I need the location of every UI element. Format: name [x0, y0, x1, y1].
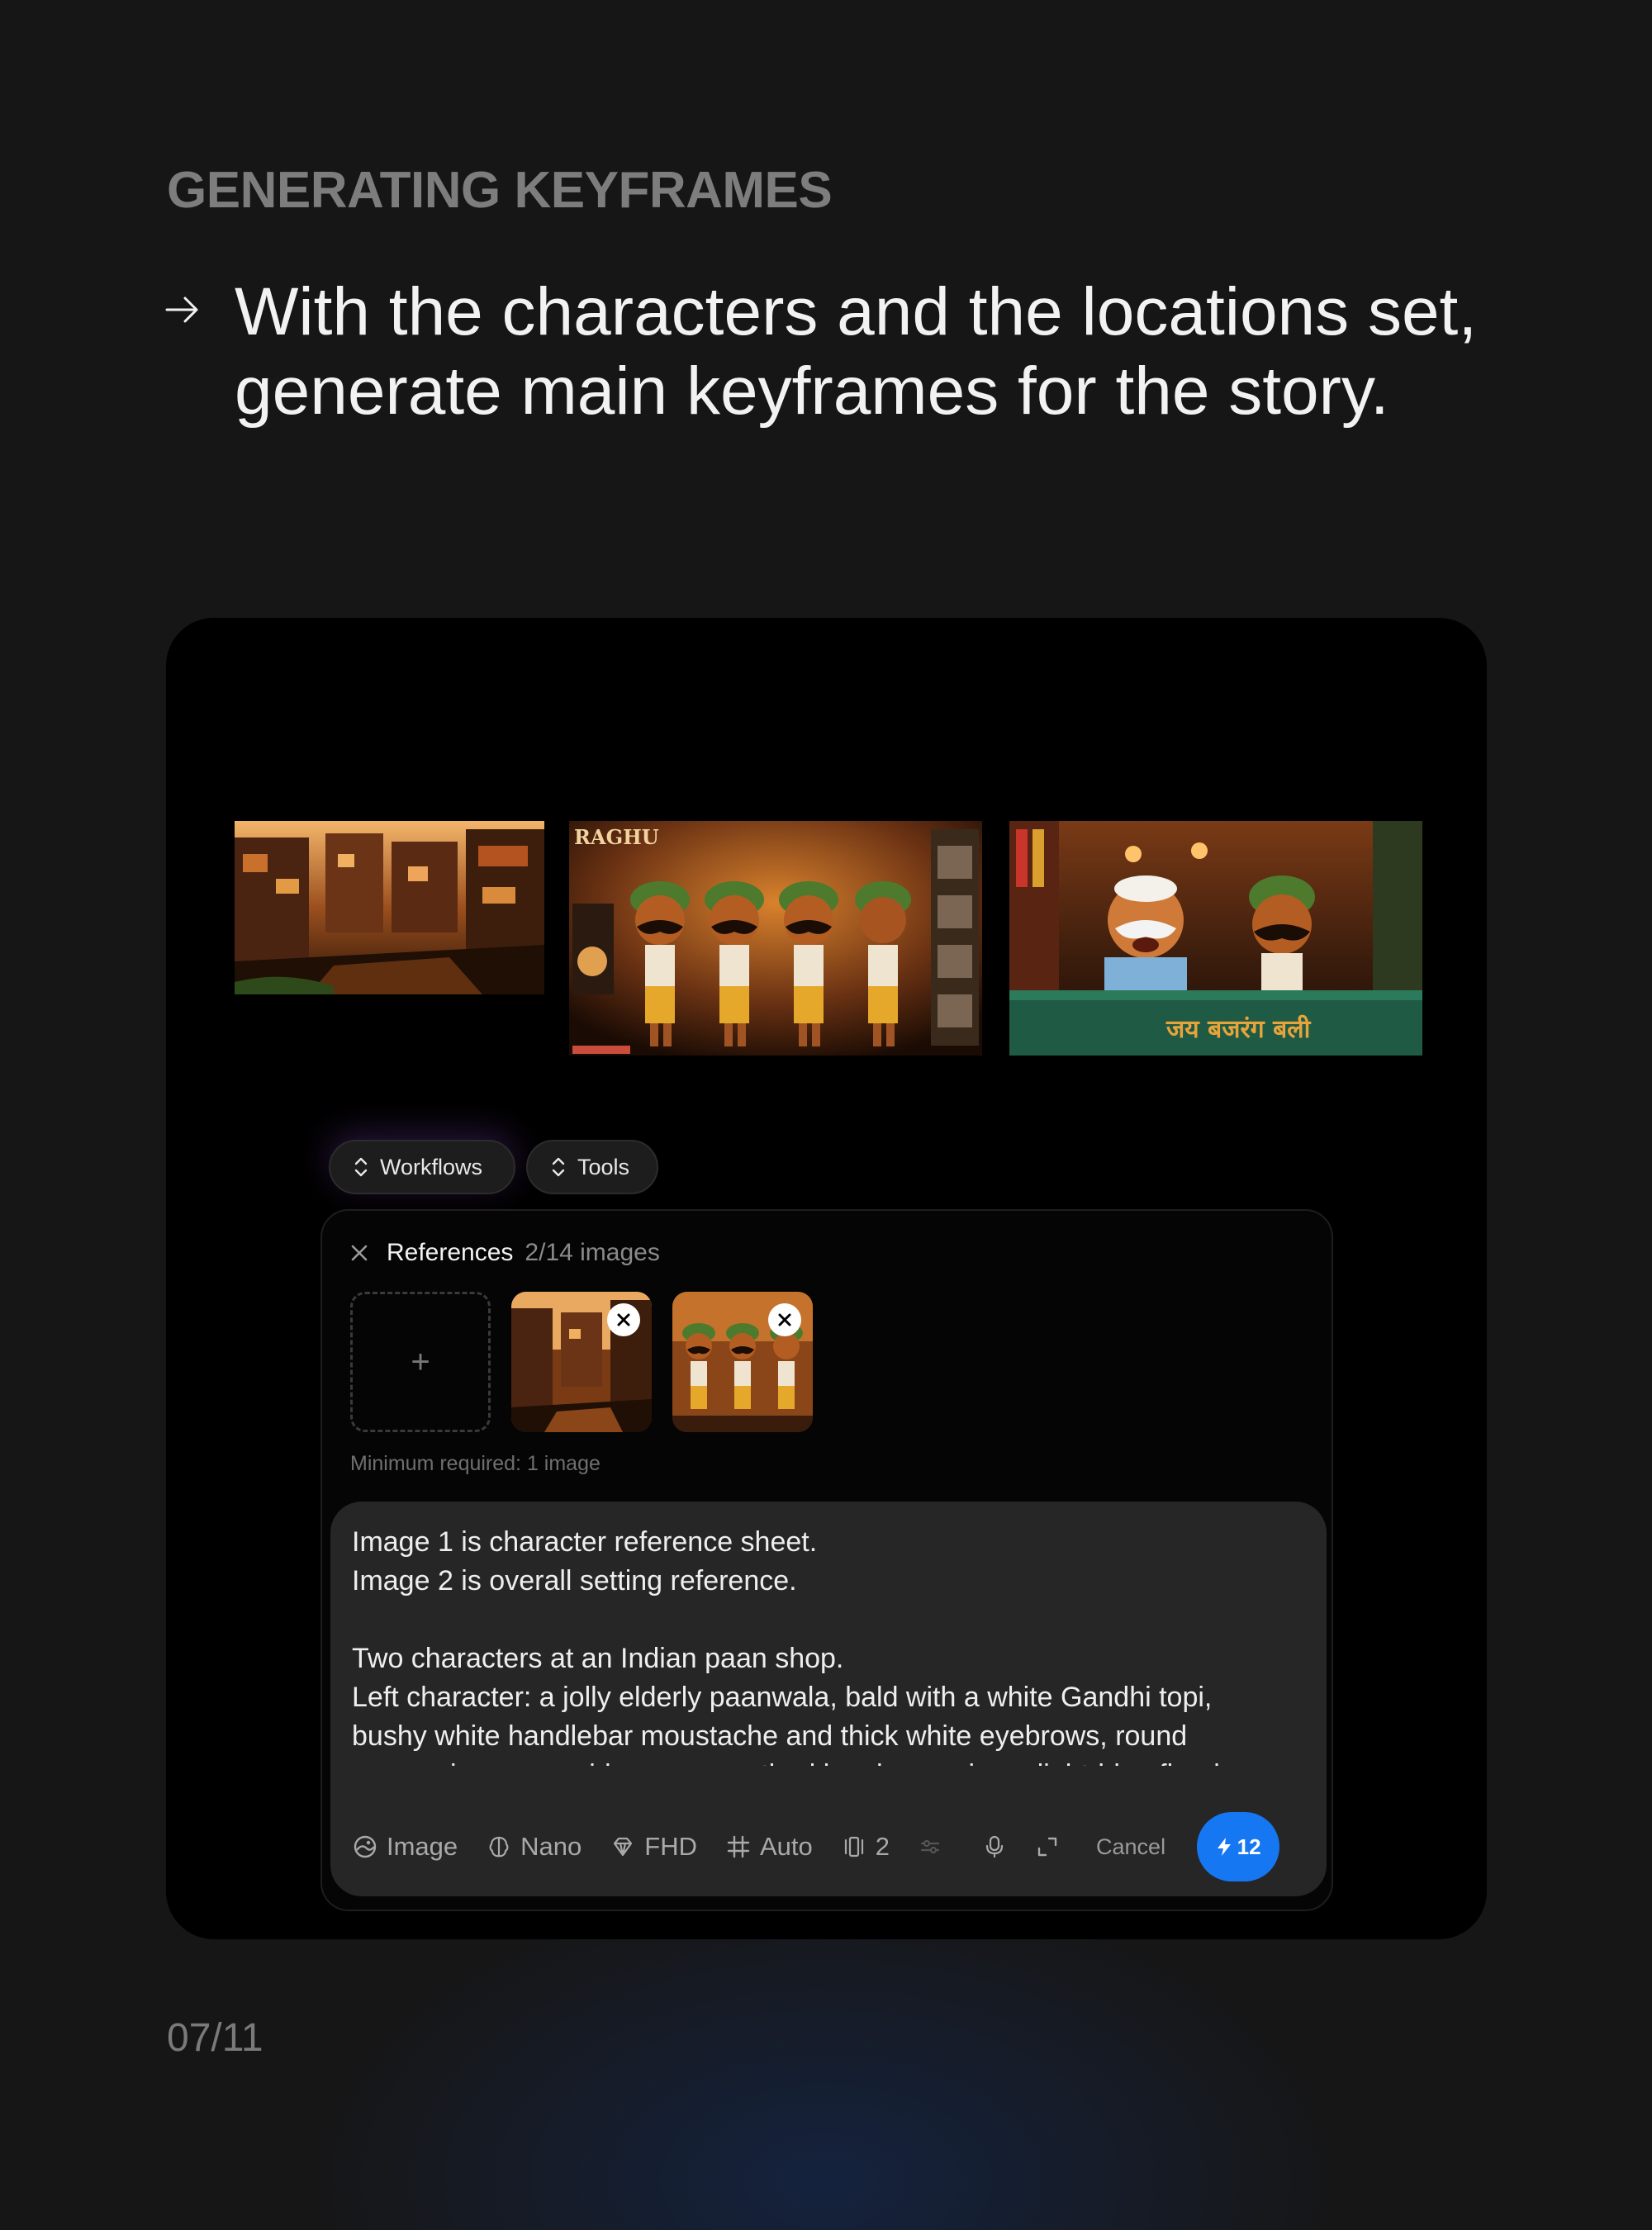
prompt-line: expressive eyes, wide open-mouthed laugh…: [352, 1756, 1285, 1766]
shop-caption: जय बजरंग बली: [1165, 1014, 1312, 1044]
tools-label: Tools: [577, 1154, 630, 1179]
expand-icon: [1037, 1837, 1057, 1857]
model-selector[interactable]: Nano: [486, 1832, 582, 1862]
batch-count-icon: [844, 1836, 863, 1858]
close-icon: [778, 1313, 791, 1326]
sliders-icon: [920, 1839, 940, 1854]
aspect-selector[interactable]: Auto: [725, 1832, 813, 1862]
workflows-label: Workflows: [380, 1154, 483, 1179]
workflows-button[interactable]: Workflows: [329, 1140, 515, 1194]
gallery-image-street[interactable]: [235, 821, 544, 994]
prompt-text[interactable]: Image 1 is character reference sheet. Im…: [352, 1523, 1285, 1766]
prompt-line: Image 2 is overall setting reference.: [352, 1565, 797, 1597]
brain-icon: [489, 1836, 509, 1858]
diamond-icon: [614, 1837, 633, 1857]
composer: References 2/14 images + Minimum require…: [320, 1209, 1333, 1911]
arrow-right-icon: [165, 297, 198, 323]
prompt-line: Left character: a jolly elderly paanwala…: [352, 1682, 1213, 1713]
grid-hash-icon: [727, 1835, 750, 1858]
chevron-updown-icon: [552, 1157, 565, 1177]
image-mode-button[interactable]: Image: [352, 1832, 458, 1862]
app-panel: RAGHU जय बजरंग बली Workflows Tools Refer…: [166, 618, 1487, 1939]
add-reference-button[interactable]: +: [350, 1292, 491, 1432]
prompt-line: [352, 1601, 1285, 1639]
count-selector[interactable]: 2: [841, 1832, 890, 1862]
close-icon[interactable]: [350, 1244, 368, 1262]
prompt-input[interactable]: Image 1 is character reference sheet. Im…: [330, 1502, 1327, 1896]
reference-thumbnail[interactable]: [672, 1292, 813, 1432]
model-label: Nano: [520, 1832, 582, 1861]
aspect-label: Auto: [760, 1832, 813, 1861]
eyebrow-title: GENERATING KEYFRAMES: [167, 162, 833, 219]
prompt-line: bushy white handlebar moustache and thic…: [352, 1720, 1188, 1752]
lightning-icon: [1217, 1838, 1231, 1856]
remove-reference-button[interactable]: [768, 1303, 801, 1336]
microphone-button[interactable]: [982, 1834, 1007, 1859]
expand-button[interactable]: [1035, 1834, 1060, 1859]
quality-selector[interactable]: FHD: [610, 1832, 697, 1862]
generate-button[interactable]: 12: [1197, 1812, 1280, 1881]
sheet-caption: RAGHU: [574, 825, 659, 849]
reference-thumbnail[interactable]: [511, 1292, 652, 1432]
page-number: 07/11: [167, 2016, 263, 2060]
remove-reference-button[interactable]: [607, 1303, 640, 1336]
image-mode-icon: [354, 1835, 377, 1858]
microphone-icon: [985, 1835, 1004, 1858]
minimum-required-note: Minimum required: 1 image: [350, 1452, 601, 1475]
chevron-updown-icon: [354, 1157, 368, 1177]
close-icon: [617, 1313, 630, 1326]
references-title: References: [387, 1239, 514, 1266]
settings-button[interactable]: [918, 1834, 942, 1859]
references-header: References 2/14 images: [350, 1239, 660, 1267]
headline-row: With the characters and the locations se…: [164, 273, 1556, 431]
prompt-line: Image 1 is character reference sheet.: [352, 1526, 818, 1558]
credits-label: 12: [1237, 1834, 1261, 1859]
cancel-button[interactable]: Cancel: [1096, 1834, 1165, 1860]
tools-button[interactable]: Tools: [526, 1140, 658, 1194]
image-mode-label: Image: [387, 1832, 458, 1861]
count-label: 2: [875, 1832, 890, 1861]
gallery-image-character-sheet[interactable]: RAGHU: [569, 821, 982, 1056]
gallery-image-paan-shop[interactable]: जय बजरंग बली: [1009, 821, 1422, 1056]
quality-label: FHD: [644, 1832, 697, 1861]
composer-toolbar: Image Nano FHD Auto 2 Cancel 12: [352, 1812, 1317, 1881]
headline: With the characters and the locations se…: [235, 274, 1478, 429]
prompt-line: Two characters at an Indian paan shop.: [352, 1643, 844, 1674]
references-count: 2/14 images: [525, 1239, 660, 1266]
plus-icon: +: [411, 1343, 430, 1380]
